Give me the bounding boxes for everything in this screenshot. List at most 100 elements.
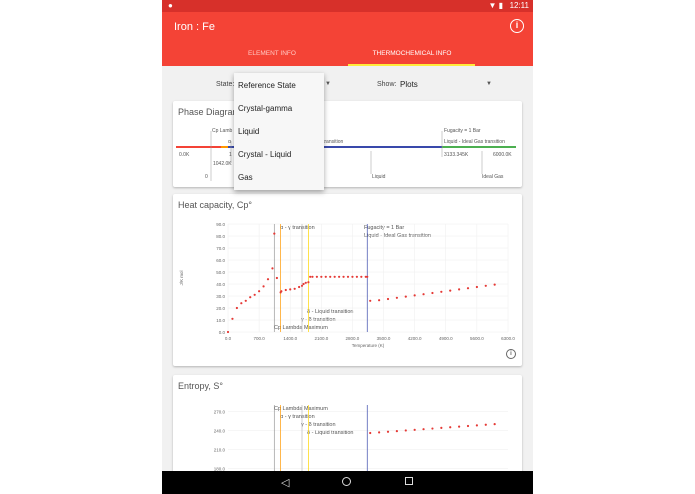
- cp-x-tick-label: 5600.0: [470, 336, 484, 341]
- s-data-point: [484, 423, 487, 426]
- entropy-card: Entropy, S° Cp Lambda Maximum α - γ tran…: [173, 375, 522, 475]
- cp-y-tick-label: 40.0: [216, 282, 225, 287]
- cp-data-point: [304, 281, 307, 284]
- main-content: State: ▼ Show: Plots ▼ Phase Diagram Cp …: [162, 66, 533, 475]
- cp-data-point: [351, 275, 354, 278]
- dropdown-item-liquid[interactable]: Liquid: [238, 127, 259, 136]
- cp-data-point: [431, 291, 434, 295]
- s-annot-gamma-delta: γ - δ transition: [301, 422, 336, 428]
- cp-data-point: [249, 296, 252, 299]
- cp-x-axis-label: Temperature (K): [352, 343, 385, 348]
- s-y-tick-label: 270.0: [214, 409, 226, 414]
- heat-capacity-chart: α - γ transition Fugacity = 1 Bar Liquid…: [179, 222, 515, 348]
- phase-diagram-card: Phase Diagram Cp Lamb α transition Fugac…: [173, 101, 522, 187]
- s-data-point: [458, 425, 461, 428]
- state-label: State:: [216, 81, 235, 88]
- state-caret-down-icon[interactable]: ▼: [325, 81, 331, 87]
- selector-row: State: ▼ Show: Plots ▼: [162, 66, 533, 100]
- cp-data-point: [360, 275, 363, 278]
- liquid-label: Liquid: [372, 174, 386, 180]
- cp-y-tick-label: 60.0: [216, 258, 225, 263]
- cp-annot-alpha-gamma: α - γ transition: [280, 225, 315, 231]
- cp-annot-fugacity: Fugacity = 1 Bar: [364, 225, 404, 231]
- cp-data-point: [342, 275, 345, 278]
- ideal-gas-label: Ideal Gas: [482, 174, 504, 180]
- show-caret-down-icon[interactable]: ▼: [486, 81, 492, 87]
- cp-annot-cp-lambda: Cp Lambda Maximum: [274, 325, 328, 331]
- cp-data-point: [346, 275, 350, 278]
- s-data-point: [422, 428, 425, 431]
- dropdown-item-gas[interactable]: Gas: [238, 173, 253, 182]
- tab-bar: ELEMENT INFO THERMOCHEMICAL INFO: [162, 44, 533, 66]
- t-1042-label: 1042.0K: [213, 161, 232, 167]
- dropdown-item-crystal-gamma[interactable]: Crystal-gamma: [238, 104, 292, 113]
- dropdown-item-reference-state[interactable]: Reference State: [238, 81, 296, 90]
- cp-data-point: [289, 288, 292, 291]
- s-data-point: [440, 426, 443, 430]
- cp-data-point: [298, 285, 301, 289]
- cp-x-tick-label: 700.0: [253, 336, 265, 341]
- cp-data-point: [284, 288, 287, 292]
- fugacity-label: Fugacity = 1 Bar: [444, 128, 481, 134]
- cp-data-point: [240, 302, 243, 305]
- t-zero-label: 0.0K: [179, 152, 190, 158]
- cp-data-point: [440, 290, 443, 293]
- cp-data-point: [244, 299, 247, 302]
- cp-x-tick-label: 2100.0: [314, 336, 328, 341]
- s-data-point: [404, 429, 407, 432]
- cp-data-point: [271, 267, 274, 270]
- t-6000-label: 6000.0K: [493, 152, 512, 158]
- t-3133-label: 3133.345K: [444, 152, 469, 158]
- cp-data-point: [320, 275, 323, 278]
- heat-capacity-card: Heat capacity, Cp° α - γ transition Fuga…: [173, 194, 522, 366]
- cp-data-point: [315, 275, 318, 278]
- s-data-point: [431, 427, 434, 430]
- s-data-point: [395, 429, 398, 433]
- cp-x-tick-label: 4200.0: [408, 336, 422, 341]
- cp-data-point: [484, 284, 487, 287]
- show-select[interactable]: Plots: [400, 80, 418, 89]
- s-data-point: [386, 430, 390, 433]
- cp-data-point: [307, 281, 310, 284]
- info-icon[interactable]: i: [510, 19, 524, 33]
- cp-x-tick-label: 0.0: [225, 336, 232, 341]
- chart-info-icon[interactable]: i: [506, 349, 516, 359]
- cp-data-point: [458, 288, 461, 291]
- s-data-point: [493, 422, 496, 426]
- phase-diagram-svg: Cp Lamb α transition Fugacity = 1 Bar Li…: [176, 128, 516, 181]
- status-clock: 12:11: [509, 1, 529, 10]
- s-data-point: [413, 428, 416, 431]
- cp-data-point: [226, 330, 230, 334]
- tab-thermochemical-info[interactable]: THERMOCHEMICAL INFO: [342, 50, 482, 57]
- s-data-point: [475, 424, 478, 427]
- cp-data-point: [231, 317, 234, 320]
- cp-data-point: [275, 276, 278, 280]
- cp-data-point: [378, 299, 381, 302]
- state-dropdown-menu[interactable]: Reference State Crystal-gamma Liquid Cry…: [234, 73, 324, 190]
- cp-y-tick-label: 50.0: [216, 270, 225, 275]
- cp-data-point: [395, 296, 398, 299]
- cp-data-point: [475, 285, 478, 289]
- cp-data-point: [493, 283, 496, 286]
- tab-element-info[interactable]: ELEMENT INFO: [202, 50, 342, 57]
- liquid-gas-label: Liquid - Ideal Gas transition: [444, 139, 505, 145]
- cp-data-point: [466, 287, 470, 290]
- s-y-tick-label: 240.0: [214, 428, 226, 433]
- cp-data-point: [413, 294, 416, 297]
- transition-label: transition: [323, 139, 344, 145]
- cp-data-point: [386, 297, 390, 301]
- wifi-battery-icon: ▼ ▮: [488, 1, 503, 10]
- recents-icon[interactable]: [405, 477, 413, 485]
- s-annot-alpha-gamma: α - γ transition: [280, 414, 315, 420]
- s-data-point: [378, 431, 381, 434]
- cp-data-point: [422, 293, 425, 296]
- home-icon[interactable]: [342, 477, 351, 486]
- cp-data-point: [235, 306, 238, 310]
- cp-data-point: [258, 290, 261, 293]
- cp-annot-delta-liquid: δ - Liquid transition: [307, 309, 353, 315]
- back-icon[interactable]: ◁: [281, 476, 289, 489]
- s-data-point: [449, 426, 452, 429]
- cp-data-point: [293, 287, 296, 290]
- dropdown-item-crystal-liquid[interactable]: Crystal - Liquid: [238, 150, 291, 159]
- cp-y-tick-label: 20.0: [216, 306, 225, 311]
